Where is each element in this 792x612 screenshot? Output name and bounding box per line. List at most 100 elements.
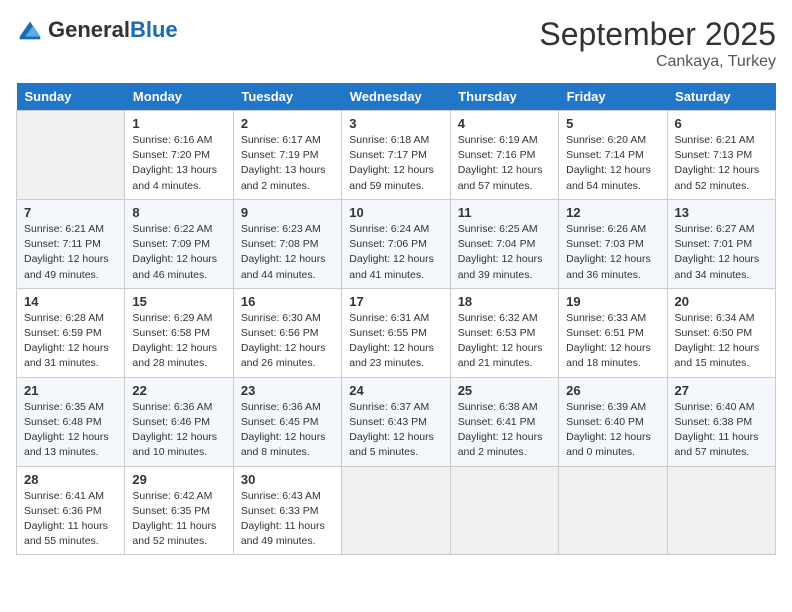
day-info: Sunrise: 6:34 AMSunset: 6:50 PMDaylight:… (675, 311, 768, 372)
day-number: 30 (241, 472, 334, 487)
day-cell: 9 Sunrise: 6:23 AMSunset: 7:08 PMDaylight… (233, 199, 341, 288)
day-number: 7 (24, 205, 117, 220)
col-header-monday: Monday (125, 83, 233, 111)
month-title: September 2025 (539, 16, 776, 53)
day-info: Sunrise: 6:33 AMSunset: 6:51 PMDaylight:… (566, 311, 659, 372)
day-number: 26 (566, 383, 659, 398)
day-info: Sunrise: 6:16 AMSunset: 7:20 PMDaylight:… (132, 133, 225, 194)
day-cell: 18 Sunrise: 6:32 AMSunset: 6:53 PMDayligh… (450, 288, 558, 377)
day-info: Sunrise: 6:20 AMSunset: 7:14 PMDaylight:… (566, 133, 659, 194)
day-info: Sunrise: 6:24 AMSunset: 7:06 PMDaylight:… (349, 222, 442, 283)
day-number: 18 (458, 294, 551, 309)
day-cell: 7 Sunrise: 6:21 AMSunset: 7:11 PMDaylight… (17, 199, 125, 288)
day-cell: 16Sunrise: 6:30 AMSunset: 6:56 PMDayligh… (233, 288, 341, 377)
day-info: Sunrise: 6:27 AMSunset: 7:01 PMDaylight:… (675, 222, 768, 283)
day-info: Sunrise: 6:19 AMSunset: 7:16 PMDaylight:… (458, 133, 551, 194)
logo: GeneralBlue (16, 16, 178, 44)
week-row-5: 28 Sunrise: 6:41 AMSunset: 6:36 PMDayligh… (17, 466, 776, 555)
day-cell: 20Sunrise: 6:34 AMSunset: 6:50 PMDayligh… (667, 288, 775, 377)
day-number: 25 (458, 383, 551, 398)
day-cell: 12 Sunrise: 6:26 AMSunset: 7:03 PMDayligh… (559, 199, 667, 288)
col-header-thursday: Thursday (450, 83, 558, 111)
week-row-4: 21 Sunrise: 6:35 AMSunset: 6:48 PMDayligh… (17, 377, 776, 466)
week-row-3: 14 Sunrise: 6:28 AMSunset: 6:59 PMDayligh… (17, 288, 776, 377)
day-cell: 28 Sunrise: 6:41 AMSunset: 6:36 PMDayligh… (17, 466, 125, 555)
day-cell: 1 Sunrise: 6:16 AMSunset: 7:20 PMDaylight… (125, 111, 233, 200)
day-cell: 11 Sunrise: 6:25 AMSunset: 7:04 PMDayligh… (450, 199, 558, 288)
day-number: 4 (458, 116, 551, 131)
day-info: Sunrise: 6:17 AMSunset: 7:19 PMDaylight:… (241, 133, 334, 194)
day-number: 6 (675, 116, 768, 131)
day-info: Sunrise: 6:29 AMSunset: 6:58 PMDaylight:… (132, 311, 225, 372)
day-number: 11 (458, 205, 551, 220)
day-cell (667, 466, 775, 555)
logo-icon (16, 16, 44, 44)
day-cell: 21 Sunrise: 6:35 AMSunset: 6:48 PMDayligh… (17, 377, 125, 466)
day-number: 2 (241, 116, 334, 131)
col-header-tuesday: Tuesday (233, 83, 341, 111)
header-row: SundayMondayTuesdayWednesdayThursdayFrid… (17, 83, 776, 111)
week-row-1: 1 Sunrise: 6:16 AMSunset: 7:20 PMDaylight… (17, 111, 776, 200)
day-info: Sunrise: 6:26 AMSunset: 7:03 PMDaylight:… (566, 222, 659, 283)
calendar-table: SundayMondayTuesdayWednesdayThursdayFrid… (16, 83, 776, 555)
day-info: Sunrise: 6:39 AMSunset: 6:40 PMDaylight:… (566, 400, 659, 461)
day-number: 12 (566, 205, 659, 220)
day-cell: 6 Sunrise: 6:21 AMSunset: 7:13 PMDaylight… (667, 111, 775, 200)
day-info: Sunrise: 6:36 AMSunset: 6:46 PMDaylight:… (132, 400, 225, 461)
col-header-saturday: Saturday (667, 83, 775, 111)
day-cell: 10 Sunrise: 6:24 AMSunset: 7:06 PMDayligh… (342, 199, 450, 288)
day-info: Sunrise: 6:32 AMSunset: 6:53 PMDaylight:… (458, 311, 551, 372)
day-info: Sunrise: 6:40 AMSunset: 6:38 PMDaylight:… (675, 400, 768, 461)
day-cell: 13 Sunrise: 6:27 AMSunset: 7:01 PMDayligh… (667, 199, 775, 288)
day-cell: 2 Sunrise: 6:17 AMSunset: 7:19 PMDaylight… (233, 111, 341, 200)
day-info: Sunrise: 6:23 AMSunset: 7:08 PMDaylight:… (241, 222, 334, 283)
day-info: Sunrise: 6:30 AMSunset: 6:56 PMDaylight:… (241, 311, 334, 372)
day-info: Sunrise: 6:25 AMSunset: 7:04 PMDaylight:… (458, 222, 551, 283)
day-number: 27 (675, 383, 768, 398)
logo-general: General (48, 17, 130, 43)
day-cell: 19 Sunrise: 6:33 AMSunset: 6:51 PMDayligh… (559, 288, 667, 377)
day-number: 10 (349, 205, 442, 220)
day-number: 28 (24, 472, 117, 487)
day-number: 29 (132, 472, 225, 487)
day-number: 8 (132, 205, 225, 220)
day-number: 13 (675, 205, 768, 220)
day-info: Sunrise: 6:35 AMSunset: 6:48 PMDaylight:… (24, 400, 117, 461)
day-cell (559, 466, 667, 555)
day-cell: 4 Sunrise: 6:19 AMSunset: 7:16 PMDaylight… (450, 111, 558, 200)
day-info: Sunrise: 6:38 AMSunset: 6:41 PMDaylight:… (458, 400, 551, 461)
day-info: Sunrise: 6:18 AMSunset: 7:17 PMDaylight:… (349, 133, 442, 194)
col-header-wednesday: Wednesday (342, 83, 450, 111)
day-info: Sunrise: 6:21 AMSunset: 7:13 PMDaylight:… (675, 133, 768, 194)
day-cell: 14 Sunrise: 6:28 AMSunset: 6:59 PMDayligh… (17, 288, 125, 377)
day-info: Sunrise: 6:41 AMSunset: 6:36 PMDaylight:… (24, 489, 117, 550)
day-cell: 3Sunrise: 6:18 AMSunset: 7:17 PMDaylight… (342, 111, 450, 200)
day-info: Sunrise: 6:42 AMSunset: 6:35 PMDaylight:… (132, 489, 225, 550)
day-cell (17, 111, 125, 200)
day-cell: 23 Sunrise: 6:36 AMSunset: 6:45 PMDayligh… (233, 377, 341, 466)
day-info: Sunrise: 6:37 AMSunset: 6:43 PMDaylight:… (349, 400, 442, 461)
day-number: 22 (132, 383, 225, 398)
day-number: 23 (241, 383, 334, 398)
day-cell: 25 Sunrise: 6:38 AMSunset: 6:41 PMDayligh… (450, 377, 558, 466)
day-info: Sunrise: 6:21 AMSunset: 7:11 PMDaylight:… (24, 222, 117, 283)
day-number: 5 (566, 116, 659, 131)
day-cell: 24 Sunrise: 6:37 AMSunset: 6:43 PMDayligh… (342, 377, 450, 466)
day-cell: 15 Sunrise: 6:29 AMSunset: 6:58 PMDayligh… (125, 288, 233, 377)
day-number: 9 (241, 205, 334, 220)
day-number: 19 (566, 294, 659, 309)
day-cell: 22 Sunrise: 6:36 AMSunset: 6:46 PMDayligh… (125, 377, 233, 466)
day-number: 15 (132, 294, 225, 309)
day-cell: 8Sunrise: 6:22 AMSunset: 7:09 PMDaylight… (125, 199, 233, 288)
day-cell: 5 Sunrise: 6:20 AMSunset: 7:14 PMDaylight… (559, 111, 667, 200)
day-info: Sunrise: 6:36 AMSunset: 6:45 PMDaylight:… (241, 400, 334, 461)
day-number: 21 (24, 383, 117, 398)
day-info: Sunrise: 6:43 AMSunset: 6:33 PMDaylight:… (241, 489, 334, 550)
day-cell: 29 Sunrise: 6:42 AMSunset: 6:35 PMDayligh… (125, 466, 233, 555)
day-number: 1 (132, 116, 225, 131)
day-info: Sunrise: 6:31 AMSunset: 6:55 PMDaylight:… (349, 311, 442, 372)
title-area: September 2025 Cankaya, Turkey (539, 16, 776, 71)
day-number: 14 (24, 294, 117, 309)
day-number: 24 (349, 383, 442, 398)
day-info: Sunrise: 6:28 AMSunset: 6:59 PMDaylight:… (24, 311, 117, 372)
